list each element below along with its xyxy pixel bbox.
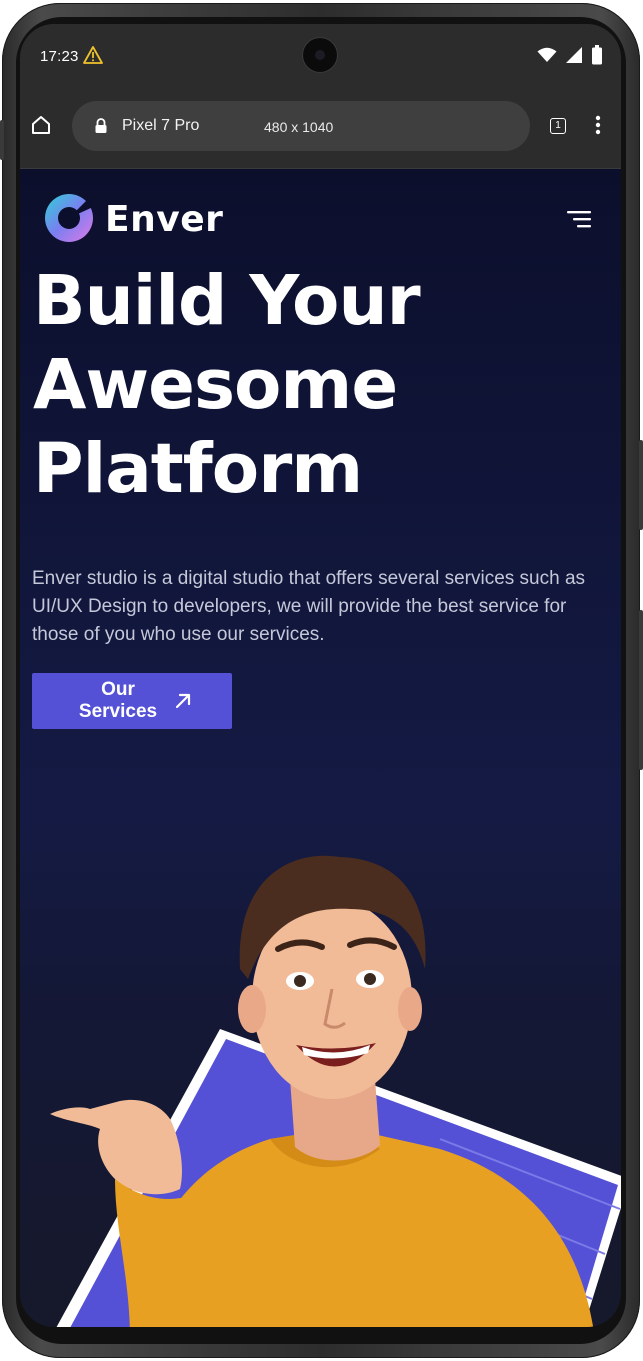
arrow-up-right-icon: [175, 693, 191, 709]
home-icon[interactable]: [30, 114, 52, 136]
our-services-label: Our Services: [78, 679, 158, 722]
hero-title-line: Awesome: [33, 345, 398, 425]
brand-name[interactable]: Enver: [105, 199, 223, 240]
address-bar[interactable]: Pixel 7 Pro 480 x 1040: [72, 101, 530, 151]
browser-toolbar: Pixel 7 Pro 480 x 1040 1: [20, 88, 621, 169]
screen: 17:23 Pixel 7 Pro 480 x 1040 1 Enver Bui…: [20, 24, 621, 1327]
more-vert-icon[interactable]: [595, 115, 601, 135]
side-button: [639, 610, 643, 770]
wifi-icon: [537, 47, 557, 62]
hero-title-line: Build Your: [33, 261, 421, 341]
side-button: [0, 120, 4, 160]
side-button: [639, 440, 643, 530]
battery-icon: [592, 45, 602, 65]
system-icons: [537, 44, 603, 66]
signal-icon: [566, 47, 582, 63]
warning-icon: [83, 46, 103, 64]
tabs-icon[interactable]: 1: [550, 118, 566, 134]
hamburger-menu-icon[interactable]: [567, 209, 591, 229]
hero-title-line: Platform: [33, 429, 363, 509]
enver-logo-icon[interactable]: [44, 193, 94, 243]
our-services-button[interactable]: Our Services: [32, 673, 232, 729]
tab-count: 1: [555, 120, 561, 131]
device-name: Pixel 7 Pro: [122, 117, 200, 134]
status-time: 17:23: [40, 48, 79, 65]
hero-title: Build Your Awesome Platform: [33, 259, 593, 511]
device-dimensions: 480 x 1040: [264, 119, 334, 135]
hero-person-illustration: [50, 855, 621, 1327]
lock-icon: [95, 118, 107, 133]
hero-description: Enver studio is a digital studio that of…: [32, 568, 586, 645]
web-page: Enver Build Your Awesome Platform Enver …: [20, 169, 621, 1327]
status-bar: 17:23: [20, 24, 621, 88]
front-camera: [303, 38, 337, 72]
